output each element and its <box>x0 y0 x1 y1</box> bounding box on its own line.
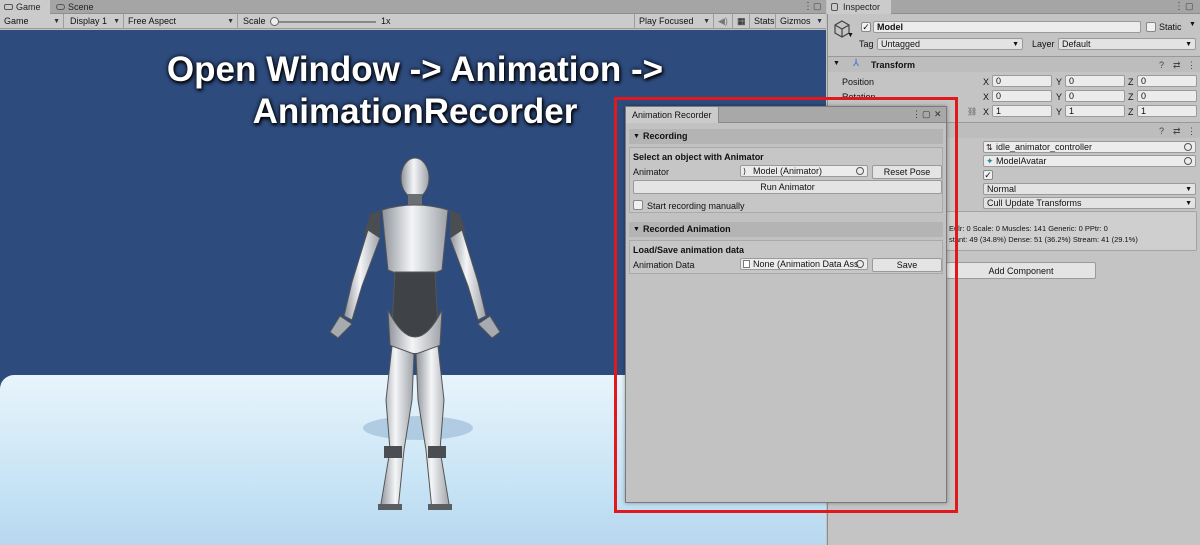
position-x-field[interactable]: 0 <box>992 75 1052 87</box>
inspector-tabbar: Inspector ⋮ ▢ <box>827 0 1200 14</box>
info-line-1: Eulr: 0 Scale: 0 Muscles: 141 Generic: 0… <box>949 224 1108 233</box>
aspect-dropdown[interactable]: Free Aspect ▼ <box>124 14 238 29</box>
mute-audio-icon[interactable]: ◀) <box>714 14 733 29</box>
caret-down-icon[interactable]: ▼ <box>1189 21 1196 28</box>
kebab-menu-icon[interactable]: ⋮ <box>1187 126 1196 137</box>
maximize-icon[interactable]: ▢ <box>813 1 822 12</box>
axis-y-label: Y <box>1056 92 1063 102</box>
axis-y-label: Y <box>1056 77 1063 87</box>
controller-field[interactable]: ⇅ idle_animator_controller <box>983 141 1196 153</box>
caret-down-icon: ▼ <box>53 18 60 25</box>
constrain-proportions-icon[interactable]: ⛓ <box>967 107 977 116</box>
position-y-field[interactable]: 0 <box>1065 75 1125 87</box>
scale-y-field[interactable]: 1 <box>1065 105 1125 117</box>
scale-label: Scale <box>243 16 266 26</box>
overlay-title-line1: Open Window -> Animation -> <box>166 50 664 89</box>
rotation-z-field[interactable]: 0 <box>1137 90 1197 102</box>
kebab-menu-icon[interactable]: ⋮ <box>803 1 813 12</box>
axis-x-label: X <box>983 77 990 87</box>
scale-x-field[interactable]: 1 <box>992 105 1052 117</box>
info-icon <box>831 3 838 11</box>
game-toolbar: Game ▼ Display 1 ▼ Free Aspect ▼ Scale 1x P… <box>0 14 826 29</box>
display-dropdown[interactable]: Display 1 ▼ <box>66 14 124 29</box>
layer-dropdown[interactable]: Default ▼ <box>1058 38 1196 50</box>
scale-slider-handle[interactable] <box>270 17 279 26</box>
axis-x-label: X <box>983 107 990 117</box>
axis-x-label: X <box>983 92 990 102</box>
tag-dropdown[interactable]: Untagged ▼ <box>877 38 1023 50</box>
tab-game[interactable]: Game <box>0 0 50 14</box>
caret-down-icon: ▼ <box>816 18 823 25</box>
object-picker-icon[interactable] <box>1184 157 1192 165</box>
add-component-button[interactable]: Add Component <box>946 262 1096 279</box>
keyboard-icon[interactable]: ▦ <box>733 14 750 29</box>
transform-title: Transform <box>871 60 916 70</box>
scale-slider[interactable] <box>270 21 376 23</box>
rotation-x-field[interactable]: 0 <box>992 90 1052 102</box>
play-mode-dropdown[interactable]: Play Focused ▼ <box>634 14 714 29</box>
kebab-menu-icon[interactable]: ⋮ <box>1174 1 1184 12</box>
tab-inspector[interactable]: Inspector <box>827 0 891 14</box>
axis-y-label: Y <box>1056 107 1063 117</box>
caret-down-icon: ▼ <box>227 18 234 25</box>
position-label: Position <box>842 77 875 87</box>
static-label: Static <box>1159 22 1182 32</box>
tab-scene[interactable]: Scene <box>52 0 102 14</box>
position-z-field[interactable]: 0 <box>1137 75 1197 87</box>
scene-icon <box>56 4 65 10</box>
foldout-arrow-icon: ▼ <box>833 60 840 67</box>
static-checkbox[interactable] <box>1146 22 1156 32</box>
avatar-field[interactable]: ✦ ModelAvatar <box>983 155 1196 167</box>
robot-model-image <box>329 157 501 510</box>
transform-icon: ⅄ <box>853 58 860 69</box>
gamepad-icon <box>4 4 13 10</box>
caret-down-icon[interactable]: ▼ <box>847 32 854 39</box>
highlight-frame <box>614 97 958 513</box>
kebab-menu-icon[interactable]: ⋮ <box>1187 60 1196 71</box>
axis-z-label: Z <box>1128 77 1134 87</box>
caret-down-icon: ▼ <box>1185 186 1192 193</box>
gizmos-dropdown[interactable]: Gizmos ▼ <box>776 14 826 29</box>
object-name-field[interactable]: Model <box>873 21 1141 33</box>
object-active-checkbox[interactable]: ✓ <box>861 22 871 32</box>
animator-controller-icon: ⇅ <box>986 143 993 152</box>
transform-header[interactable]: ▼ ⅄ Transform ? ⇄ ⋮ <box>828 56 1200 72</box>
caret-down-icon: ▼ <box>113 18 120 25</box>
game-tabbar: Game Scene ⋮ ▢ <box>0 0 826 14</box>
game-view-dropdown[interactable]: Game ▼ <box>0 14 64 29</box>
culling-mode-dropdown[interactable]: Cull Update Transforms ▼ <box>983 197 1196 209</box>
update-mode-dropdown[interactable]: Normal ▼ <box>983 183 1196 195</box>
caret-down-icon: ▼ <box>1012 41 1019 48</box>
tag-label: Tag <box>859 39 874 49</box>
object-picker-icon[interactable] <box>1184 143 1192 151</box>
axis-z-label: Z <box>1128 92 1134 102</box>
layer-label: Layer <box>1032 39 1055 49</box>
maximize-icon[interactable]: ▢ <box>1185 1 1194 12</box>
caret-down-icon: ▼ <box>1185 41 1192 48</box>
animator-info-box: Eulr: 0 Scale: 0 Muscles: 141 Generic: 0… <box>946 211 1197 251</box>
caret-down-icon: ▼ <box>1185 200 1192 207</box>
scale-z-field[interactable]: 1 <box>1137 105 1197 117</box>
avatar-icon: ✦ <box>986 156 994 166</box>
help-icon[interactable]: ? <box>1159 126 1164 136</box>
help-icon[interactable]: ? <box>1159 60 1164 70</box>
scale-value: 1x <box>381 16 391 26</box>
rotation-y-field[interactable]: 0 <box>1065 90 1125 102</box>
stats-button[interactable]: Stats <box>750 14 776 29</box>
preset-icon[interactable]: ⇄ <box>1173 60 1181 71</box>
axis-z-label: Z <box>1128 107 1134 117</box>
apply-root-motion-checkbox[interactable]: ✓ <box>983 170 993 180</box>
preset-icon[interactable]: ⇄ <box>1173 126 1181 137</box>
caret-down-icon: ▼ <box>703 18 710 25</box>
info-line-2: stant: 49 (34.8%) Dense: 51 (36.2%) Stre… <box>949 235 1138 244</box>
